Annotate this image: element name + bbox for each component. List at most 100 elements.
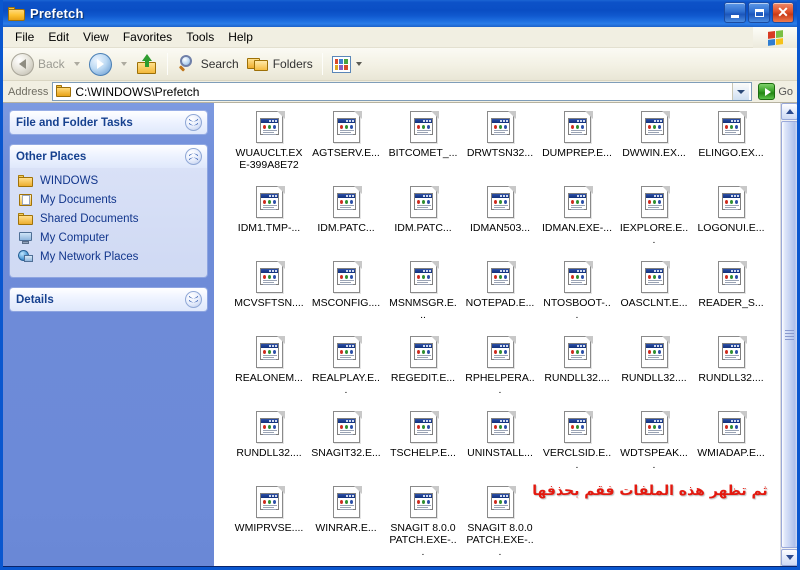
- scroll-up-button[interactable]: [781, 103, 797, 120]
- folders-button[interactable]: Folders: [243, 51, 317, 77]
- chevron-down-icon[interactable]: [185, 114, 202, 131]
- file-item[interactable]: NTOSBOOT-...: [540, 259, 614, 334]
- file-item[interactable]: DWWIN.EX...: [617, 109, 691, 184]
- file-item[interactable]: BITCOMET_...: [386, 109, 460, 184]
- file-list[interactable]: WUAUCLT.EXE-399A8E72 AGTSERV.E... BITCOMET…: [214, 103, 797, 566]
- panel-details: Details: [10, 288, 207, 311]
- forward-dropdown-icon[interactable]: [120, 62, 127, 66]
- prefetch-file-icon: [485, 336, 516, 369]
- my-documents-icon: [18, 193, 34, 207]
- scrollbar-thumb[interactable]: [781, 121, 797, 548]
- file-item[interactable]: IEXPLORE.E...: [617, 184, 691, 259]
- place-label-my-computer: My Computer: [40, 232, 110, 244]
- file-item[interactable]: IDM.PATC...: [309, 184, 383, 259]
- panel-header-details[interactable]: Details: [10, 288, 207, 311]
- file-item[interactable]: RPHELPERA...: [463, 334, 537, 409]
- scroll-down-button[interactable]: [781, 549, 797, 566]
- maximize-icon: [754, 8, 764, 17]
- minimize-button[interactable]: [724, 2, 746, 23]
- search-label: Search: [200, 57, 239, 71]
- file-item[interactable]: RUNDLL32....: [617, 334, 691, 409]
- file-name-label: WDTSPEAK....: [620, 447, 688, 471]
- file-item[interactable]: NOTEPAD.E...: [463, 259, 537, 334]
- panel-title-other-places: Other Places: [16, 150, 87, 163]
- folders-icon: [246, 55, 269, 73]
- search-button[interactable]: Search: [173, 51, 243, 77]
- file-item[interactable]: UNINSTALL...: [463, 409, 537, 484]
- forward-button[interactable]: [85, 51, 116, 77]
- file-item[interactable]: MSNMSGR.E...: [386, 259, 460, 334]
- prefetch-file-icon: [639, 261, 670, 294]
- panel-header-other-places[interactable]: Other Places: [10, 145, 207, 168]
- views-dropdown-icon[interactable]: [355, 62, 362, 66]
- file-item[interactable]: WMIPRVSE....: [232, 484, 306, 559]
- file-item[interactable]: WMIADAP.E...: [694, 409, 768, 484]
- file-item[interactable]: WUAUCLT.EXE-399A8E72: [232, 109, 306, 184]
- file-item[interactable]: IDMAN503...: [463, 184, 537, 259]
- file-item[interactable]: WDTSPEAK....: [617, 409, 691, 484]
- chevron-down-icon[interactable]: [185, 291, 202, 308]
- title-bar[interactable]: Prefetch ✕: [3, 0, 797, 27]
- chevron-up-icon[interactable]: [185, 148, 202, 165]
- file-name-label: MSNMSGR.E...: [389, 297, 457, 321]
- address-bar: Address C:\WINDOWS\Prefetch Go: [3, 81, 797, 103]
- file-item[interactable]: ELINGO.EX...: [694, 109, 768, 184]
- address-dropdown-button[interactable]: [732, 83, 750, 100]
- file-item[interactable]: TSCHELP.E...: [386, 409, 460, 484]
- place-item-my-documents[interactable]: My Documents: [18, 193, 201, 207]
- windows-flag-icon: [753, 27, 797, 48]
- back-button[interactable]: Back: [7, 51, 69, 77]
- file-item[interactable]: VERCLSID.E...: [540, 409, 614, 484]
- file-name-label: RUNDLL32....: [621, 372, 687, 384]
- file-item[interactable]: MSCONFIG....: [309, 259, 383, 334]
- menu-file[interactable]: File: [8, 28, 41, 46]
- file-item[interactable]: AGTSERV.E...: [309, 109, 383, 184]
- menu-view[interactable]: View: [76, 28, 116, 46]
- file-item[interactable]: RUNDLL32....: [694, 334, 768, 409]
- maximize-button[interactable]: [748, 2, 770, 23]
- file-item[interactable]: READER_S...: [694, 259, 768, 334]
- close-button[interactable]: ✕: [772, 2, 794, 23]
- place-item-my-network-places[interactable]: My Network Places: [18, 250, 201, 264]
- place-item-windows[interactable]: WINDOWS: [18, 174, 201, 188]
- file-item[interactable]: REGEDIT.E...: [386, 334, 460, 409]
- menu-edit[interactable]: Edit: [41, 28, 76, 46]
- file-item[interactable]: WINRAR.E...: [309, 484, 383, 559]
- scrollbar-track[interactable]: [781, 121, 797, 548]
- up-button[interactable]: [132, 51, 162, 77]
- file-item[interactable]: OASCLNT.E...: [617, 259, 691, 334]
- vertical-scrollbar[interactable]: [780, 103, 797, 566]
- file-item[interactable]: RUNDLL32....: [540, 334, 614, 409]
- place-item-shared-documents[interactable]: Shared Documents: [18, 212, 201, 226]
- prefetch-file-icon: [485, 111, 516, 144]
- panel-header-file-tasks[interactable]: File and Folder Tasks: [10, 111, 207, 134]
- grip-icon: [785, 329, 794, 340]
- minimize-icon: [731, 14, 739, 18]
- back-dropdown-icon[interactable]: [73, 62, 80, 66]
- file-item[interactable]: REALPLAY.E...: [309, 334, 383, 409]
- file-item[interactable]: IDMAN.EXE-...: [540, 184, 614, 259]
- file-name-label: WMIPRVSE....: [234, 522, 304, 534]
- file-name-label: NOTEPAD.E...: [465, 297, 535, 309]
- file-item[interactable]: IDM1.TMP-...: [232, 184, 306, 259]
- file-item[interactable]: IDM.PATC...: [386, 184, 460, 259]
- menu-help[interactable]: Help: [221, 28, 260, 46]
- file-name-label: VERCLSID.E...: [542, 447, 612, 471]
- window-title: Prefetch: [30, 6, 84, 21]
- file-name-label: SNAGIT 8.0.0 PATCH.EXE-...: [389, 522, 457, 558]
- file-item[interactable]: REALONEM...: [232, 334, 306, 409]
- views-button[interactable]: [328, 51, 371, 77]
- file-item[interactable]: DRWTSN32...: [463, 109, 537, 184]
- address-input[interactable]: C:\WINDOWS\Prefetch: [52, 82, 753, 101]
- file-item[interactable]: DUMPREP.E...: [540, 109, 614, 184]
- file-name-label: RUNDLL32....: [544, 372, 610, 384]
- file-item[interactable]: SNAGIT 8.0.0 PATCH.EXE-...: [386, 484, 460, 559]
- file-item[interactable]: MCVSFTSN....: [232, 259, 306, 334]
- menu-tools[interactable]: Tools: [179, 28, 221, 46]
- file-item[interactable]: RUNDLL32....: [232, 409, 306, 484]
- go-button[interactable]: Go: [752, 83, 797, 100]
- file-item[interactable]: SNAGIT32.E...: [309, 409, 383, 484]
- menu-favorites[interactable]: Favorites: [116, 28, 179, 46]
- file-item[interactable]: LOGONUI.E...: [694, 184, 768, 259]
- place-item-my-computer[interactable]: My Computer: [18, 231, 201, 245]
